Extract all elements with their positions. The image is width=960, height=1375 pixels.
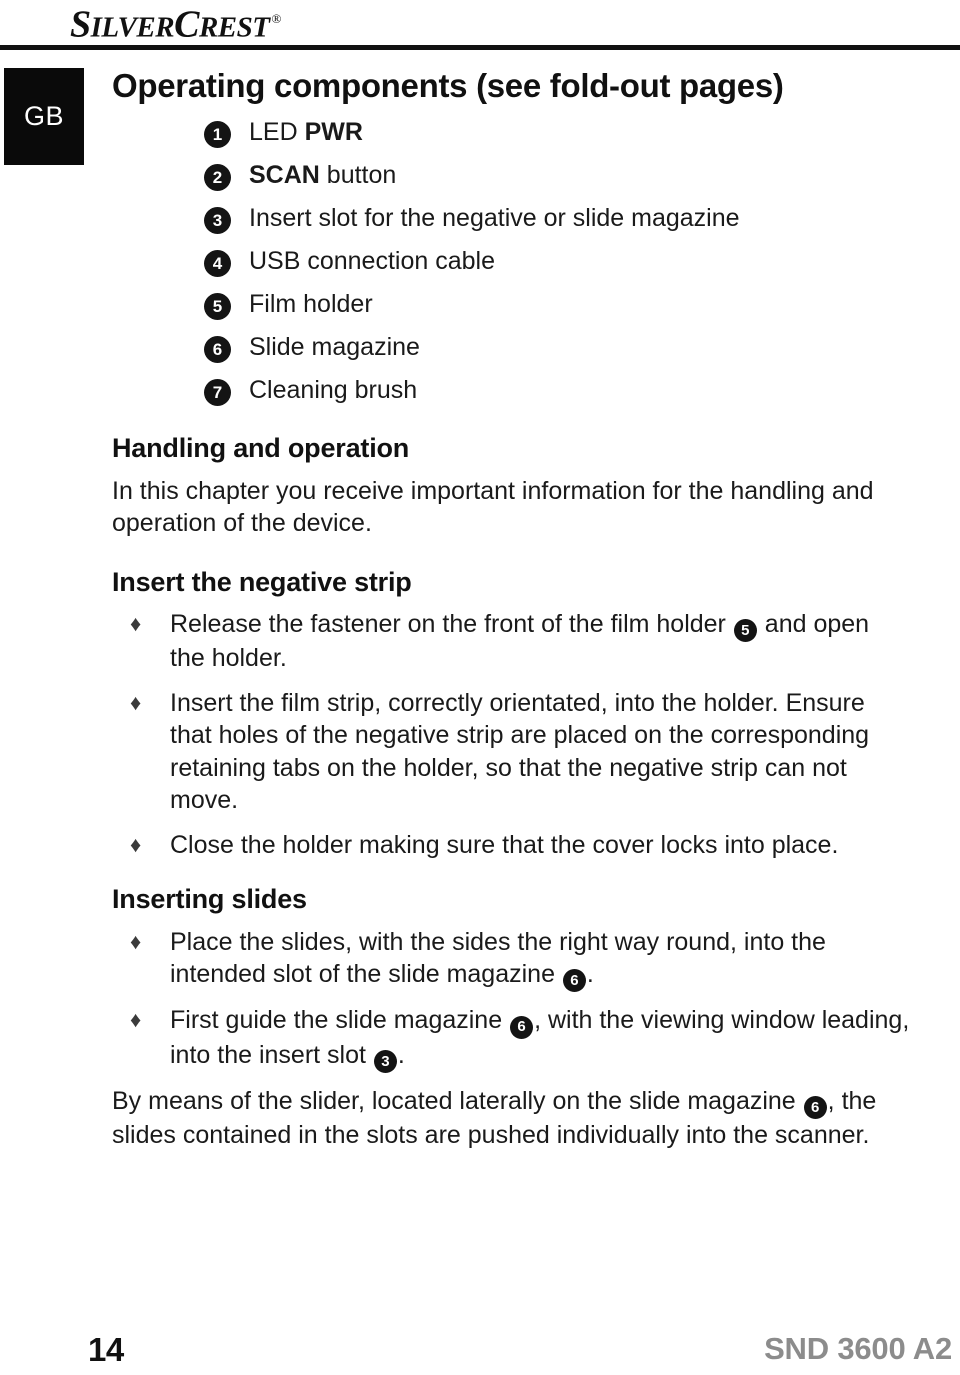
bullet-text: Release the fastener on the front of the… [170, 608, 910, 675]
list-item: ♦ Release the fastener on the front of t… [112, 608, 912, 675]
diamond-bullet-icon: ♦ [130, 831, 142, 857]
inserting-slides-bullets: ♦ Place the slides, with the sides the r… [112, 926, 912, 1073]
silvercrest-logo: SILVERCREST ® [70, 0, 281, 49]
operating-components-list: 1 LED PWR 2 SCAN button 3 Insert slot fo… [112, 118, 912, 407]
diamond-bullet-icon: ♦ [130, 1007, 142, 1033]
bullet-text: Close the holder making sure that the co… [170, 830, 839, 859]
inline-component-badge: 6 [562, 969, 586, 993]
diamond-bullet-icon: ♦ [130, 928, 142, 954]
inserting-slides-closing-paragraph: By means of the slider, located laterall… [112, 1085, 912, 1152]
registered-trademark-icon: ® [271, 11, 281, 26]
list-item: 2 SCAN button [112, 161, 912, 192]
header-divider [0, 45, 960, 50]
inline-component-badge: 6 [510, 1015, 534, 1039]
page-content: Operating components (see fold-out pages… [112, 66, 912, 1158]
bullet-text: Insert the film strip, correctly orienta… [170, 688, 870, 815]
component-label-plain: Film holder [249, 290, 373, 319]
list-item: 3 Insert slot for the negative or slide … [112, 204, 912, 235]
footer-page-number: 14 [88, 1331, 124, 1368]
language-badge-label: GB [23, 101, 64, 131]
list-item: ♦ First guide the slide magazine 6, with… [112, 1004, 912, 1073]
component-label-plain: Cleaning brush [249, 376, 418, 405]
bullet-text-pre: Release the fastener on the front of the… [170, 610, 733, 639]
page-footer: 14 SND 3600 A2 [0, 1317, 960, 1375]
logo-letter-s: S [70, 3, 91, 46]
list-item: 5 Film holder [112, 290, 912, 321]
component-number-badge: 6 [204, 336, 231, 364]
list-item: ♦ Close the holder making sure that the … [112, 829, 912, 862]
bullet-text: Place the slides, with the sides the rig… [170, 926, 910, 993]
component-label-plain: USB connection cable [249, 247, 495, 276]
header-brand-row: SILVERCREST ® [0, 0, 960, 50]
inserting-slides-heading: Inserting slides [112, 884, 307, 915]
component-number-badge: 1 [204, 121, 231, 149]
component-number-badge: 4 [204, 250, 231, 278]
component-number-badge: 3 [204, 207, 231, 235]
bullet-text-pre: First guide the slide magazine [170, 1006, 510, 1035]
inline-component-badge: 3 [373, 1049, 397, 1073]
list-item: 7 Cleaning brush [112, 376, 912, 407]
component-label: LED PWR [249, 118, 363, 147]
inline-component-badge: 6 [803, 1096, 827, 1120]
handling-operation-intro: In this chapter you receive important in… [112, 476, 874, 538]
component-label-bold: PWR [304, 118, 363, 147]
logo-letter-c: C [174, 3, 199, 46]
component-label: SCAN button [249, 161, 396, 190]
component-label-tail: button [319, 161, 397, 190]
page-title: Operating components (see fold-out pages… [112, 67, 784, 104]
list-item: 4 USB connection cable [112, 247, 912, 278]
closing-paragraph-pre: By means of the slider, located laterall… [112, 1086, 803, 1115]
component-label: USB connection cable [249, 247, 495, 276]
component-number-badge: 5 [204, 293, 231, 321]
component-label-plain: Slide magazine [249, 333, 420, 362]
component-number-badge: 7 [204, 379, 231, 407]
component-label-bold: SCAN [249, 161, 320, 190]
list-item: ♦ Insert the film strip, correctly orien… [112, 687, 912, 817]
component-label: Slide magazine [249, 333, 420, 362]
footer-model-name: SND 3600 A2 [764, 1331, 952, 1366]
component-label-plain: LED [249, 118, 305, 147]
bullet-text-post: . [586, 960, 594, 989]
component-label: Insert slot for the negative or slide ma… [249, 204, 740, 233]
diamond-bullet-icon: ♦ [130, 611, 142, 637]
bullet-text-post: . [397, 1040, 405, 1069]
list-item: ♦ Place the slides, with the sides the r… [112, 926, 912, 993]
logo-text-ilver: ILVER [90, 11, 175, 44]
component-label-plain: Insert slot for the negative or slide ma… [249, 204, 740, 233]
document-page: SILVERCREST ® GB Operating components (se… [0, 0, 960, 1375]
bullet-text-pre: Place the slides, with the sides the rig… [170, 927, 826, 989]
component-number-badge: 2 [204, 164, 231, 192]
list-item: 1 LED PWR [112, 118, 912, 149]
component-label: Cleaning brush [249, 376, 417, 405]
logo-text-rest: REST [198, 11, 270, 44]
diamond-bullet-icon: ♦ [130, 689, 142, 715]
bullet-text: First guide the slide magazine 6, with t… [170, 1004, 910, 1073]
insert-negative-strip-heading: Insert the negative strip [112, 566, 412, 597]
insert-negative-strip-bullets: ♦ Release the fastener on the front of t… [112, 608, 912, 861]
inline-component-badge: 5 [733, 619, 757, 643]
handling-operation-heading: Handling and operation [112, 433, 410, 464]
component-label: Film holder [249, 290, 373, 319]
list-item: 6 Slide magazine [112, 333, 912, 364]
language-badge-gb: GB [4, 68, 84, 165]
